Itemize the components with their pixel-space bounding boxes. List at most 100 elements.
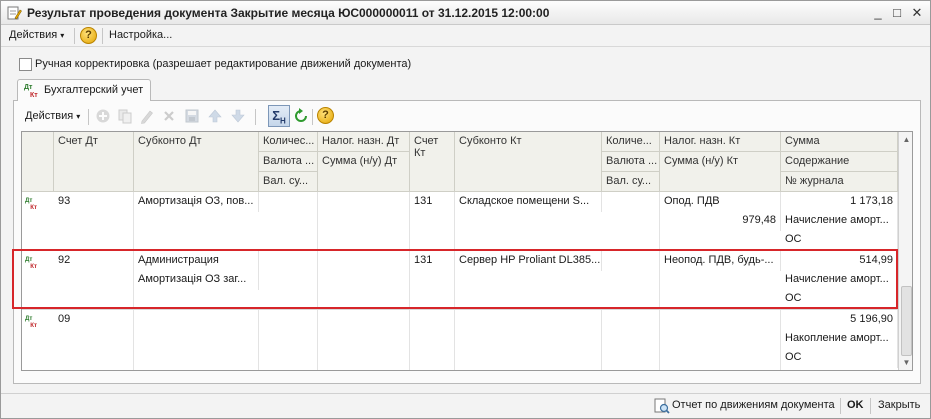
table-toolbar: Действия ▾ ΣН ? bbox=[11, 104, 901, 127]
svg-text:Кт: Кт bbox=[30, 322, 37, 328]
cell-kolich-dt bbox=[259, 251, 318, 309]
cell-nomer-zhurnala: ОС bbox=[781, 289, 898, 309]
cell-kolich-kt bbox=[602, 192, 660, 250]
add-row-icon[interactable] bbox=[95, 108, 111, 124]
header-kolich-dt[interactable]: Количес... bbox=[259, 132, 318, 152]
cell-soderzhanie: Начисление аморт... bbox=[781, 270, 898, 290]
status-separator bbox=[870, 398, 871, 414]
menu-separator bbox=[102, 28, 103, 44]
scroll-thumb[interactable] bbox=[901, 286, 912, 356]
vertical-scrollbar[interactable]: ▲ ▼ bbox=[898, 132, 912, 370]
tab-accounting-label: Бухгалтерский учет bbox=[44, 84, 144, 96]
close-button[interactable]: Закрыть bbox=[878, 399, 920, 411]
cell-kolich-kt bbox=[602, 251, 660, 309]
svg-text:Дт: Дт bbox=[25, 315, 32, 322]
status-separator bbox=[840, 398, 841, 414]
header-icon-column bbox=[22, 132, 54, 192]
movements-table: Счет Дт Субконто Дт Количес... Валюта ..… bbox=[21, 131, 913, 371]
totals-sigma-button[interactable]: ΣН bbox=[268, 105, 290, 127]
cell-schet-dt: 93 bbox=[54, 192, 134, 250]
cell-nalog-dt bbox=[318, 251, 410, 309]
cell-schet-kt: 131 bbox=[410, 192, 455, 250]
cell-schet-kt: 131 bbox=[410, 251, 455, 309]
cell-nalog-kt: Опод. ПДВ bbox=[660, 192, 781, 212]
move-up-icon[interactable] bbox=[207, 108, 223, 124]
refresh-icon[interactable] bbox=[293, 108, 309, 124]
cell-subkonto-dt bbox=[134, 310, 259, 370]
actions-menu[interactable]: Действия ▾ bbox=[9, 29, 64, 41]
header-nalog-dt[interactable]: Налог. назн. Дт bbox=[318, 132, 410, 152]
save-disk-icon[interactable] bbox=[184, 108, 200, 124]
cell-subkonto-dt-2: Амортизація ОЗ заг... bbox=[134, 270, 259, 290]
cell-kolich-dt bbox=[259, 310, 318, 370]
ok-button[interactable]: OK bbox=[847, 399, 864, 411]
manual-correction-checkbox[interactable] bbox=[19, 58, 32, 71]
header-valuta-kt[interactable]: Валюта ... bbox=[602, 152, 660, 172]
document-result-window: Результат проведения документа Закрытие … bbox=[0, 0, 931, 419]
tab-accounting[interactable]: Дт Кт Бухгалтерский учет bbox=[17, 79, 151, 101]
header-nalog-kt[interactable]: Налог. назн. Кт bbox=[660, 132, 781, 152]
table-row[interactable]: Дт Кт 92 Администрация Амортизація ОЗ заг… bbox=[22, 251, 898, 309]
cell-subkonto-dt: Администрация bbox=[134, 251, 259, 271]
cell-subkonto-kt: Складское помещени S... bbox=[455, 192, 602, 212]
header-schet-dt[interactable]: Счет Дт bbox=[54, 132, 134, 192]
toolbar-separator bbox=[312, 109, 313, 125]
cell-soderzhanie: Накопление аморт... bbox=[781, 329, 898, 349]
header-subkonto-kt[interactable]: Субконто Кт bbox=[455, 132, 602, 192]
header-summa[interactable]: Сумма bbox=[781, 132, 898, 152]
scroll-up-icon[interactable]: ▲ bbox=[902, 135, 911, 144]
close-window-button[interactable]: ✕ bbox=[909, 5, 925, 21]
svg-text:Дт: Дт bbox=[25, 197, 32, 204]
svg-text:Дт: Дт bbox=[25, 256, 32, 263]
dt-kt-icon: ДтКт bbox=[25, 197, 37, 210]
header-valuta-dt[interactable]: Валюта ... bbox=[259, 152, 318, 172]
header-summa-nu-dt[interactable]: Сумма (н/у) Дт bbox=[318, 152, 410, 192]
header-summa-nu-kt[interactable]: Сумма (н/у) Кт bbox=[660, 152, 781, 192]
menu-bar: Действия ▾ ? Настройка... bbox=[1, 25, 930, 47]
title-bar: Результат проведения документа Закрытие … bbox=[1, 1, 930, 25]
status-bar: Отчет по движениям документа OK Закрыть bbox=[1, 393, 930, 418]
cell-kolich-kt bbox=[602, 310, 660, 370]
header-valsu-kt[interactable]: Вал. су... bbox=[602, 172, 660, 192]
move-down-icon[interactable] bbox=[230, 108, 246, 124]
chevron-down-icon: ▾ bbox=[60, 31, 65, 40]
header-schet-kt[interactable]: Счет Кт bbox=[410, 132, 455, 192]
cell-nomer-zhurnala: ОС bbox=[781, 348, 898, 368]
sigma-subscript: Н bbox=[280, 116, 286, 126]
table-actions-menu[interactable]: Действия ▾ bbox=[25, 110, 80, 122]
delete-icon[interactable] bbox=[161, 108, 177, 124]
cell-subkonto-dt: Амортизація ОЗ, пов... bbox=[134, 192, 259, 212]
dt-kt-icon: Дт Кт bbox=[24, 84, 38, 98]
cell-summa: 5 196,90 bbox=[781, 310, 898, 330]
header-subkonto-dt[interactable]: Субконто Дт bbox=[134, 132, 259, 192]
menu-separator bbox=[74, 28, 75, 44]
maximize-button[interactable]: □ bbox=[889, 5, 905, 21]
header-nomer-zhurnala[interactable]: № журнала bbox=[781, 172, 898, 192]
cell-subkonto-kt: Сервер HP Proliant DL385... bbox=[455, 251, 602, 271]
scroll-down-icon[interactable]: ▼ bbox=[902, 358, 911, 367]
header-valsu-dt[interactable]: Вал. су... bbox=[259, 172, 318, 192]
copy-row-icon[interactable] bbox=[117, 108, 133, 124]
table-help-button[interactable]: ? bbox=[317, 107, 334, 124]
cell-subkonto-kt bbox=[455, 310, 602, 370]
help-button[interactable]: ? bbox=[80, 27, 97, 44]
cell-nomer-zhurnala: ОС bbox=[781, 230, 898, 250]
cell-kolich-dt bbox=[259, 192, 318, 250]
dt-kt-icon: ДтКт bbox=[25, 315, 37, 328]
header-soderzhanie[interactable]: Содержание bbox=[781, 152, 898, 172]
minimize-button[interactable]: _ bbox=[870, 5, 886, 21]
report-magnifier-icon bbox=[654, 398, 670, 414]
svg-text:Кт: Кт bbox=[30, 92, 38, 98]
toolbar-separator bbox=[88, 109, 89, 125]
svg-text:Дт: Дт bbox=[24, 84, 33, 91]
settings-menu[interactable]: Настройка... bbox=[109, 29, 172, 41]
movement-report-button[interactable]: Отчет по движениям документа bbox=[672, 399, 835, 411]
table-row[interactable]: Дт Кт 09 5 196,90 Накопление аморт... ОС bbox=[22, 310, 898, 370]
header-kolich-kt[interactable]: Количе... bbox=[602, 132, 660, 152]
cell-soderzhanie: Начисление аморт... bbox=[781, 211, 898, 231]
cell-nalog-dt bbox=[318, 192, 410, 250]
table-row[interactable]: Дт Кт 93 Амортизація ОЗ, пов... 131 Склад… bbox=[22, 192, 898, 250]
cell-summa: 1 173,18 bbox=[781, 192, 898, 212]
edit-pencil-icon[interactable] bbox=[139, 108, 155, 124]
toolbar-separator bbox=[255, 109, 256, 125]
